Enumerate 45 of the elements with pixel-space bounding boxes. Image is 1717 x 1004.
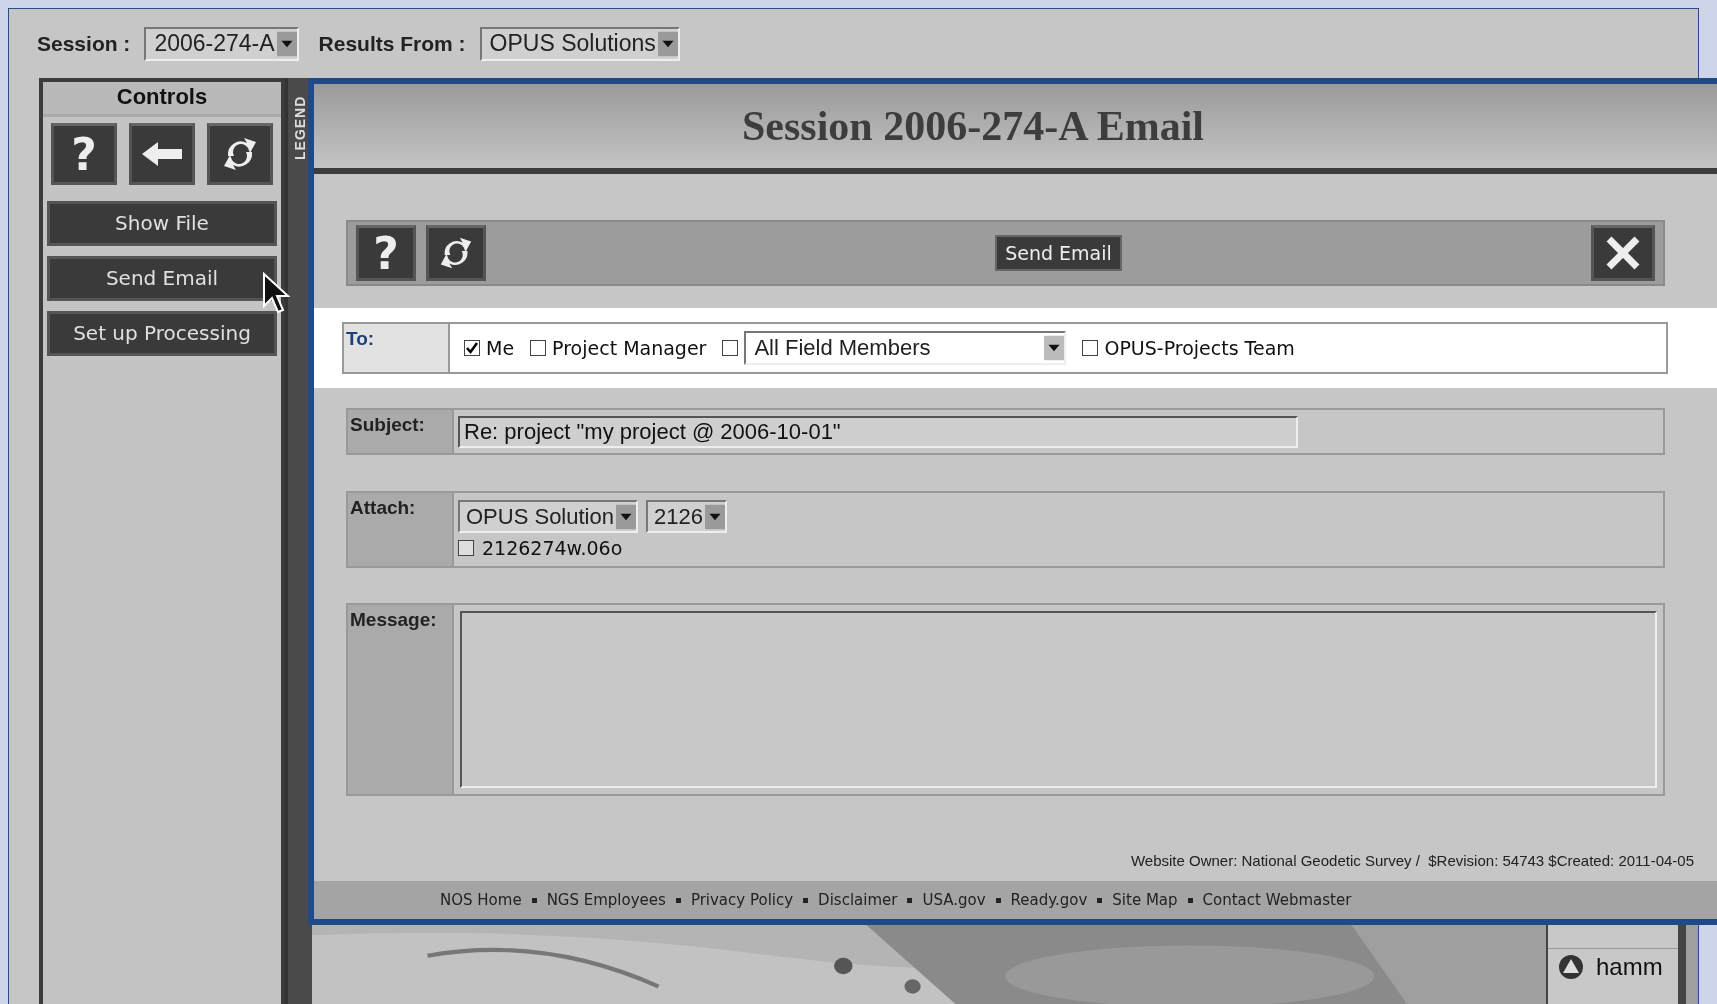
footer-link[interactable]: Disclaimer	[818, 891, 898, 909]
back-arrow-icon	[140, 139, 184, 169]
checkbox[interactable]	[530, 340, 547, 356]
results-from-label: Results From :	[318, 31, 466, 56]
footer-link[interactable]: Site Map	[1112, 891, 1178, 909]
session-dropdown[interactable]: 2006-274-A	[144, 26, 299, 61]
control-button[interactable]: Show File	[47, 201, 277, 246]
close-icon	[1605, 235, 1641, 271]
footer-link[interactable]: Privacy Policy	[690, 891, 794, 909]
footer-link[interactable]: Contact Webmaster	[1202, 891, 1352, 909]
footer-link[interactable]: NGS Employees	[546, 891, 666, 909]
checkbox[interactable]	[458, 540, 474, 556]
footer-link[interactable]: Ready.gov	[1010, 891, 1088, 909]
file-label: 2126274w.06o	[482, 537, 623, 559]
controls-title: Controls	[43, 82, 281, 117]
checkbox-label: Project Manager	[552, 337, 707, 359]
checkbox[interactable]	[722, 340, 739, 356]
send-email-button[interactable]: Send Email	[995, 235, 1122, 271]
attach-dropdown[interactable]: OPUS Solution	[458, 500, 638, 533]
members-dropdown[interactable]: All Field Members	[744, 331, 1067, 365]
footer-link[interactable]: NOS Home	[440, 891, 522, 909]
help-button[interactable]: ?	[51, 123, 117, 185]
checkbox-label: OPUS-Projects Team	[1104, 337, 1295, 359]
cursor-icon	[262, 272, 290, 316]
footer-link[interactable]: USA.gov	[922, 891, 986, 909]
refresh-button[interactable]	[207, 123, 273, 185]
dialog-title: Session 2006-274-A Email	[741, 102, 1204, 150]
owner-line: Website Owner: National Geodetic Survey / $Revision: 54743 $Created: 2011-04-05	[1130, 852, 1694, 869]
help-button[interactable]: ?	[356, 225, 416, 281]
legend-item[interactable]: hamm	[1548, 948, 1678, 985]
back-button[interactable]	[129, 123, 195, 185]
checkbox[interactable]	[1082, 340, 1099, 356]
checkbox[interactable]	[464, 340, 480, 356]
session-label: Session :	[37, 31, 131, 56]
close-button[interactable]	[1591, 225, 1655, 281]
message-field[interactable]	[460, 611, 1657, 788]
subject-field[interactable]: Re: project "my project @ 2006-10-01"	[458, 415, 1298, 448]
to-label: To:	[344, 324, 450, 372]
checkbox-label: Me	[486, 337, 515, 359]
control-button[interactable]: Send Email	[47, 256, 277, 301]
attach-dropdown[interactable]: 2126	[645, 500, 727, 533]
refresh-button[interactable]	[426, 225, 486, 281]
triangle-marker-icon	[1558, 954, 1584, 980]
control-button[interactable]: Set up Processing	[47, 311, 277, 356]
results-dropdown[interactable]: OPUS Solutions	[479, 26, 680, 61]
